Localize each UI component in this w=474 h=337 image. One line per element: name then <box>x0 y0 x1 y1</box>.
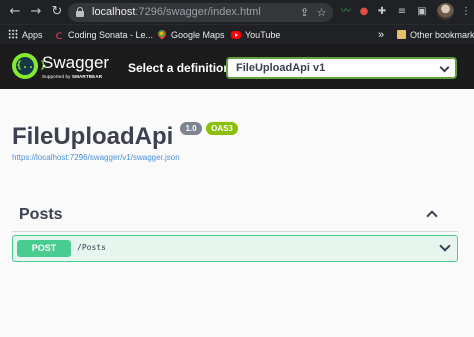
lock-icon[interactable] <box>76 7 84 17</box>
tag-name: Posts <box>19 206 63 223</box>
swagger-logo-icon[interactable]: {...} <box>12 53 46 79</box>
folder-icon <box>397 30 406 39</box>
url-host: localhost <box>92 6 136 18</box>
bookmarks-bar: Apps ᑕ Coding Sonata - Le... Google Maps … <box>0 24 474 44</box>
reload-icon[interactable]: ↻ <box>48 3 66 21</box>
browser-toolbar: ← → ↻ localhost:7296/swagger/index.html … <box>0 0 474 24</box>
operation-path: /Posts <box>77 243 106 252</box>
bookmark-coding-sonata[interactable]: ᑕ Coding Sonata - Le... <box>54 28 153 42</box>
reading-list-icon[interactable]: ≡ <box>394 4 410 20</box>
swagger-supported-by: Supported by SMARTBEAR <box>42 74 103 79</box>
back-icon[interactable]: ← <box>6 3 24 21</box>
page-title: FileUploadApi <box>12 123 174 150</box>
bookmark-other[interactable]: Other bookmarks <box>397 28 474 42</box>
bookmark-youtube[interactable]: YouTube <box>231 28 280 42</box>
bookmark-label: YouTube <box>245 30 281 40</box>
bookmark-label: Coding Sonata - Le... <box>68 30 154 40</box>
extension-red-icon[interactable]: ● <box>356 4 372 20</box>
bookmark-label: Apps <box>22 30 43 40</box>
definition-select[interactable]: FileUploadApi v1 <box>226 57 457 79</box>
bookmarks-overflow[interactable]: » <box>378 28 384 42</box>
google-maps-icon <box>156 28 168 40</box>
star-icon[interactable]: ☆ <box>314 5 329 20</box>
extension-monitor-icon[interactable]: 〰 <box>338 4 354 20</box>
profile-avatar[interactable] <box>437 3 454 20</box>
forward-icon[interactable]: → <box>27 3 45 21</box>
spec-url-link[interactable]: https://localhost:7296/swagger/v1/swagge… <box>12 153 180 163</box>
share-icon[interactable]: ⇪ <box>297 5 312 20</box>
method-badge: POST <box>17 240 71 257</box>
extensions-puzzle-icon[interactable]: ✚ <box>374 4 390 20</box>
swagger-brand[interactable]: Swagger <box>42 54 109 72</box>
coding-sonata-icon: ᑕ <box>55 32 63 42</box>
chevron-down-icon <box>439 62 450 73</box>
bookmark-apps[interactable]: Apps <box>8 28 43 42</box>
definition-label: Select a definition <box>128 61 231 75</box>
version-badge: 1.0 <box>180 122 202 135</box>
url-path: :7296/swagger/index.html <box>135 6 261 18</box>
bookmark-label: Google Maps <box>171 30 225 40</box>
url-text[interactable]: localhost:7296/swagger/index.html <box>92 5 261 20</box>
bookmark-label: Other bookmarks <box>410 30 474 40</box>
side-panel-icon[interactable]: ▣ <box>414 4 430 20</box>
operation-post-posts[interactable]: POST /Posts <box>12 235 458 262</box>
apps-grid-icon <box>8 29 18 39</box>
chevron-up-icon[interactable] <box>426 210 438 222</box>
menu-kebab-icon[interactable]: ⋮ <box>458 4 474 20</box>
definition-value: FileUploadApi v1 <box>236 62 326 74</box>
bookmark-google-maps[interactable]: Google Maps <box>156 28 225 42</box>
tag-section-posts[interactable]: Posts <box>12 198 458 232</box>
address-bar[interactable]: localhost:7296/swagger/index.html ⇪ ☆ <box>68 3 333 22</box>
oas-badge: OAS3 <box>206 122 238 135</box>
youtube-icon <box>231 31 241 39</box>
chevron-down-icon <box>439 240 451 252</box>
